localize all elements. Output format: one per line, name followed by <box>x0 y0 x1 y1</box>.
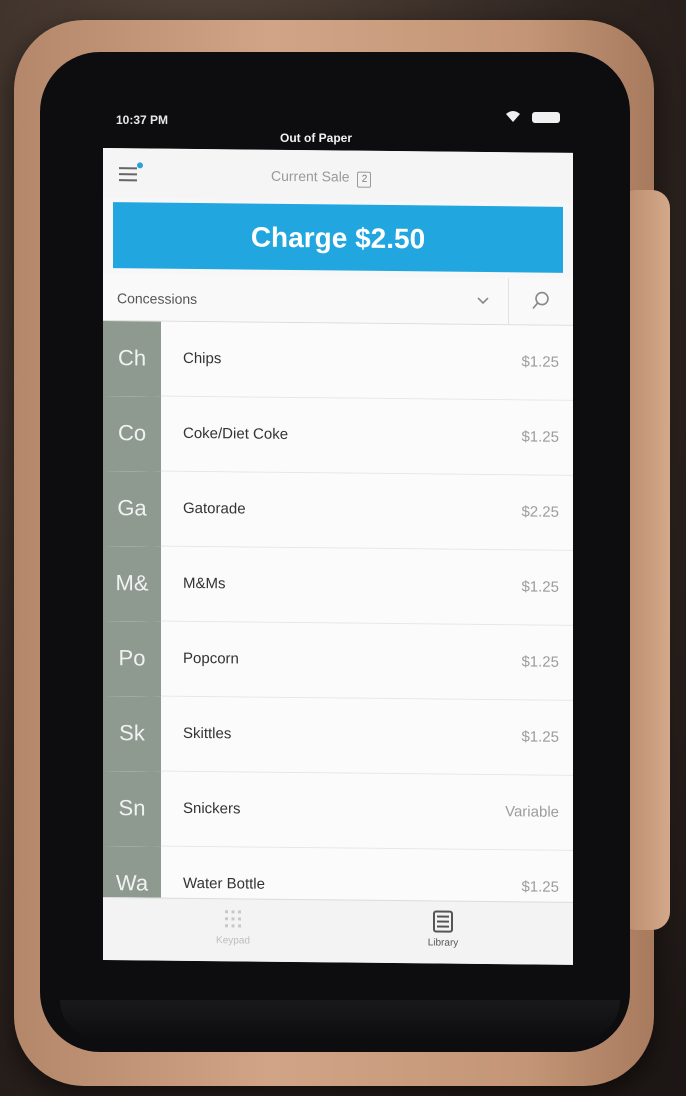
item-name: Water Bottle <box>183 874 265 893</box>
item-price: $1.25 <box>521 653 559 671</box>
wifi-icon <box>506 111 520 122</box>
item-price: $1.25 <box>521 428 559 446</box>
keypad-icon <box>225 910 241 928</box>
app-screen: Current Sale 2 Charge $2.50 Concessions … <box>103 148 573 965</box>
item-tile: Sn <box>103 771 161 847</box>
list-item[interactable]: Po Popcorn $1.25 <box>103 621 573 701</box>
item-tile: Sk <box>103 696 161 772</box>
item-tile: Ch <box>103 321 161 397</box>
category-label: Concessions <box>117 290 198 307</box>
search-icon[interactable] <box>531 290 551 310</box>
item-name: Snickers <box>183 799 241 818</box>
menu-icon[interactable] <box>119 166 141 182</box>
top-bar: Current Sale 2 <box>103 148 573 203</box>
item-tile: Po <box>103 621 161 697</box>
cart-count-badge: 2 <box>357 171 372 188</box>
list-item[interactable]: Co Coke/Diet Coke $1.25 <box>103 396 573 476</box>
notification-dot <box>137 162 143 169</box>
library-icon <box>433 910 453 933</box>
item-tile: Ga <box>103 471 161 547</box>
current-sale[interactable]: Current Sale 2 <box>271 167 372 188</box>
item-name: Popcorn <box>183 649 239 668</box>
current-sale-label: Current Sale <box>271 167 350 185</box>
status-time: 10:37 PM <box>116 113 169 127</box>
list-item[interactable]: Sn Snickers Variable <box>103 771 573 851</box>
item-tile: Co <box>103 396 161 472</box>
list-item[interactable]: M& M&Ms $1.25 <box>103 546 573 626</box>
tab-library[interactable]: Library <box>353 901 533 965</box>
item-name: Coke/Diet Coke <box>183 424 289 443</box>
item-price: $1.25 <box>521 728 559 746</box>
status-title: Out of Paper <box>280 131 353 145</box>
charge-button[interactable]: Charge $2.50 <box>113 202 563 273</box>
item-price: $1.25 <box>521 353 559 371</box>
item-price: $2.25 <box>521 503 559 521</box>
status-bar: 10:37 PM Out of Paper <box>110 105 570 145</box>
battery-icon <box>532 112 560 123</box>
item-price: $1.25 <box>521 578 559 596</box>
bottom-tab-bar: Keypad Library <box>103 897 573 965</box>
category-selector[interactable]: Concessions <box>103 274 573 326</box>
list-item[interactable]: Sk Skittles $1.25 <box>103 696 573 776</box>
item-tile: M& <box>103 546 161 622</box>
item-name: Chips <box>183 349 222 368</box>
chevron-down-icon[interactable] <box>475 292 491 308</box>
phone-bottom-bezel <box>60 1000 620 1040</box>
item-price: Variable <box>505 803 559 821</box>
list-item[interactable]: Ga Gatorade $2.25 <box>103 471 573 551</box>
item-name: Gatorade <box>183 499 246 518</box>
tab-keypad[interactable]: Keypad <box>143 898 323 962</box>
item-name: Skittles <box>183 724 232 743</box>
tab-keypad-label: Keypad <box>216 935 250 947</box>
search-divider <box>508 278 509 325</box>
list-item[interactable]: Ch Chips $1.25 <box>103 321 573 401</box>
item-price: $1.25 <box>521 878 559 896</box>
item-list: Ch Chips $1.25 Co Coke/Diet Coke $1.25 G… <box>103 321 573 926</box>
tab-library-label: Library <box>427 937 459 949</box>
photo-scene: 10:37 PM Out of Paper Current Sale 2 Cha… <box>0 0 686 1096</box>
item-name: M&Ms <box>183 574 226 593</box>
